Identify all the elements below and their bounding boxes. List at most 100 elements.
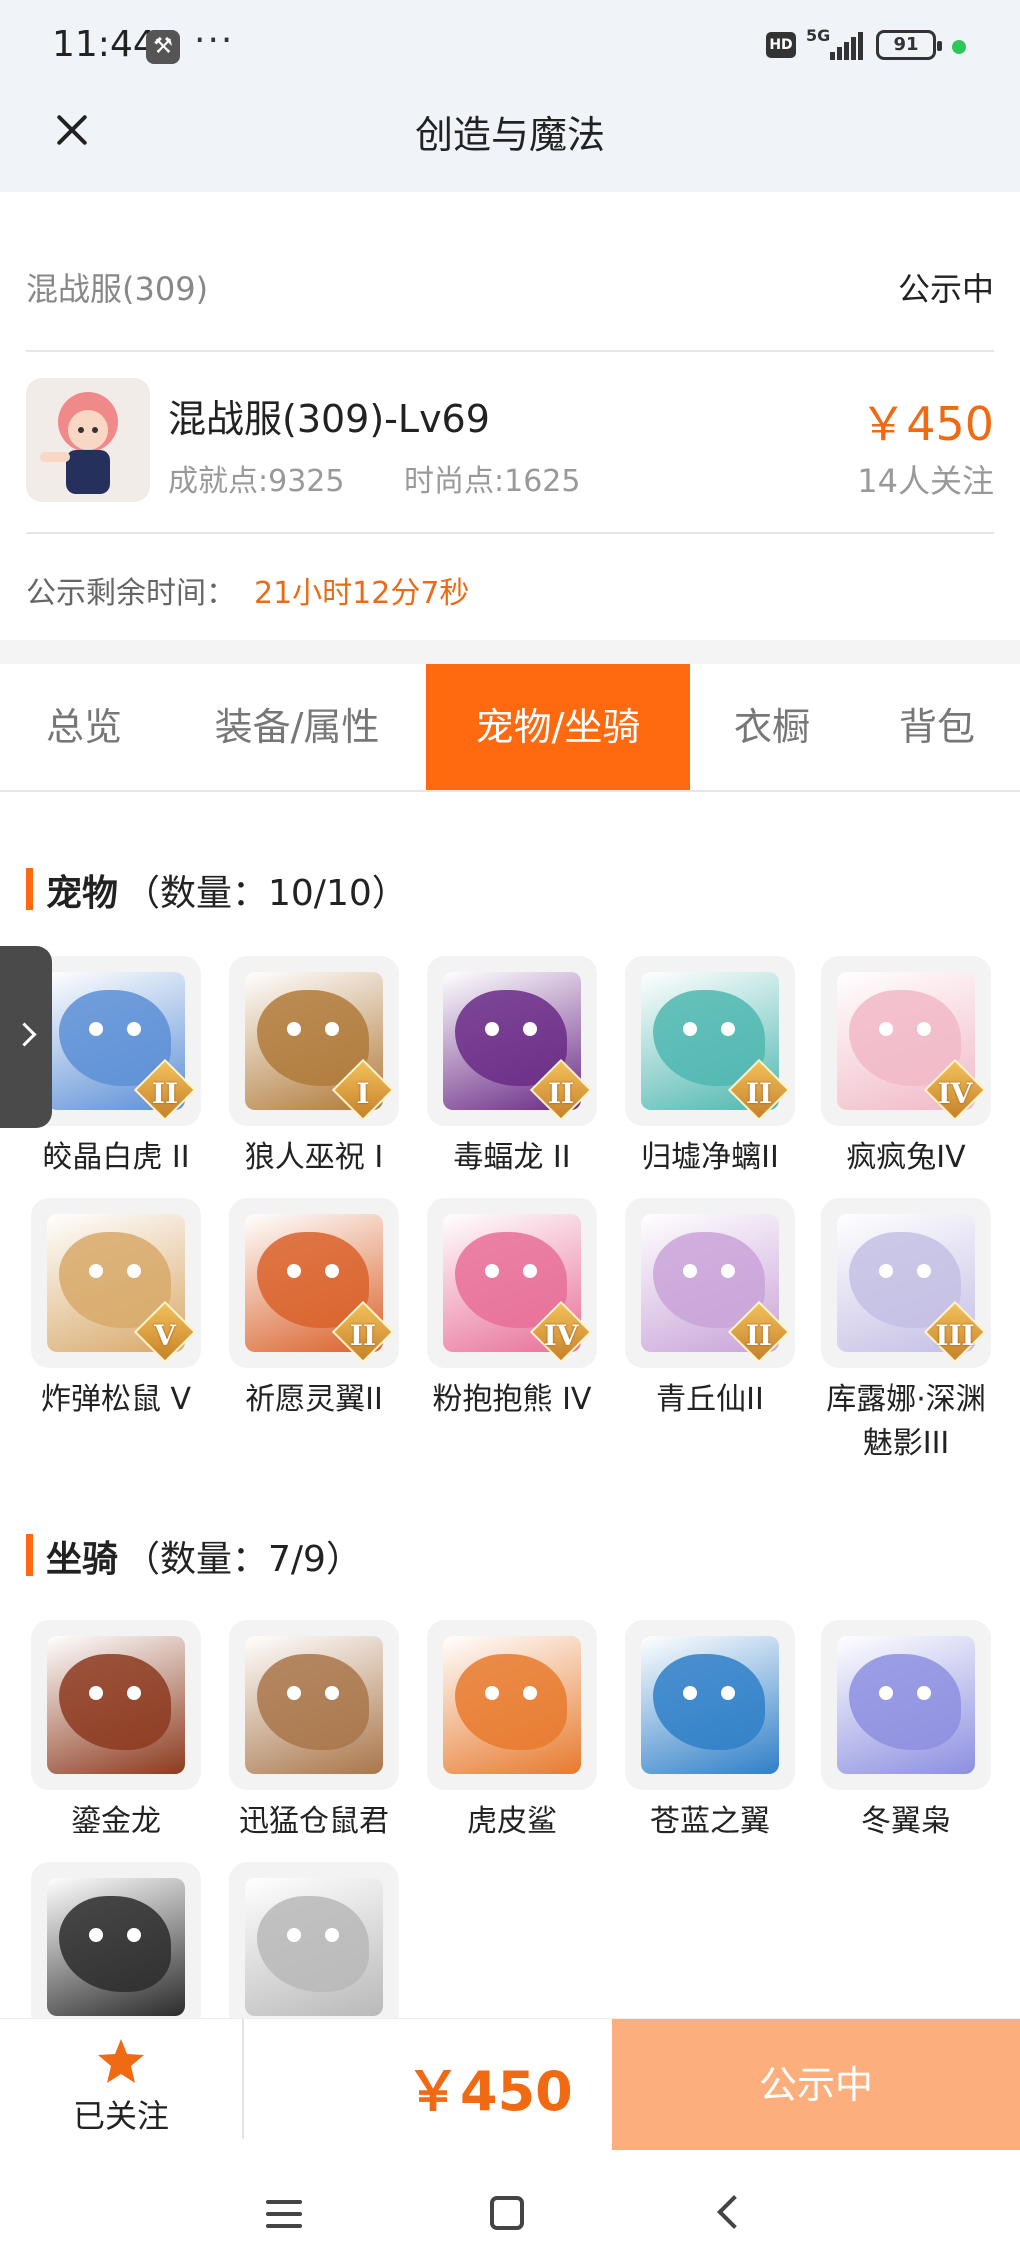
item-thumbnail [31,1620,201,1790]
creature-eye [683,1686,697,1700]
character-avatar [26,378,150,502]
creature-eye [523,1022,537,1036]
creature-eye [523,1686,537,1700]
creature-eye [89,1264,103,1278]
creature-eye [127,1928,141,1942]
mount-item[interactable]: 冬翼枭 [816,1620,996,1844]
tab-pets-mounts[interactable]: 宠物/坐骑 [426,664,690,790]
creature-eye [683,1022,697,1036]
creature-eye [325,1928,339,1942]
achievement-points: 成就点:9325 [168,464,345,499]
pets-count: （数量：10/10） [124,873,408,914]
pet-item[interactable]: II 毒蝠龙 II [422,956,602,1180]
divider [26,350,994,352]
item-thumbnail: II [625,1198,795,1368]
bottom-action-bar: 已关注 ￥450 公示中 [0,2018,1020,2151]
creature-eye [523,1264,537,1278]
mount-item[interactable] [26,1862,206,2018]
creature-eye [683,1264,697,1278]
pet-item[interactable]: IV 疯疯兔IV [816,956,996,1180]
creature-eye [879,1686,893,1700]
mount-item[interactable] [224,1862,404,2018]
pet-item[interactable]: II 归墟净螭II [620,956,800,1180]
grade-badge-label: II [349,1319,377,1352]
creature-eye [89,1928,103,1942]
creature-eye [879,1264,893,1278]
pet-item[interactable]: IV 粉抱抱熊 IV [422,1198,602,1422]
grade-badge-label: II [547,1077,575,1110]
status-button[interactable]: 公示中 [612,2019,1020,2151]
creature-eye [917,1686,931,1700]
mount-item[interactable]: 迅猛仓鼠君 [224,1620,404,1844]
remaining-time-value: 21小时12分7秒 [254,576,470,611]
item-thumbnail: I [229,956,399,1126]
section-accent-bar [26,868,33,910]
creature-eye [287,1264,301,1278]
item-name: 炸弹松鼠 V [40,1382,192,1417]
home-icon[interactable] [490,2196,524,2230]
item-thumbnail: IV [821,956,991,1126]
creature-eye [917,1022,931,1036]
creature-eye [721,1022,735,1036]
grade-badge-label: IV [543,1319,579,1352]
item-name: 毒蝠龙 II [453,1140,571,1175]
divider [242,2019,244,2139]
item-thumbnail: II [427,956,597,1126]
item-thumbnail: II [625,956,795,1126]
mount-item[interactable]: 苍蓝之翼 [620,1620,800,1844]
mounts-title: 坐骑 [46,1539,119,1580]
item-name: 库露娜·深渊魅影III [826,1382,986,1461]
item-thumbnail [821,1620,991,1790]
tab-equipment[interactable]: 装备/属性 [168,664,426,790]
tab-backpack[interactable]: 背包 [854,664,1020,790]
star-icon [98,2039,144,2083]
remaining-time-label: 公示剩余时间： [26,576,236,611]
menu-icon[interactable] [266,2200,302,2228]
creature-eye [485,1686,499,1700]
grade-badge-label: II [745,1077,773,1110]
pet-item[interactable]: II 祈愿灵翼II [224,1198,404,1422]
grade-badge-label: II [745,1319,773,1352]
back-icon[interactable] [717,2195,751,2229]
item-thumbnail [229,1620,399,1790]
pet-item[interactable]: V 炸弹松鼠 V [26,1198,206,1422]
divider [26,532,994,534]
pet-item[interactable]: III 库露娜·深渊魅影III [816,1198,996,1466]
system-nav-bar [0,2150,1020,2267]
creature-eye [287,1686,301,1700]
pet-item[interactable]: I 狼人巫祝 I [224,956,404,1180]
item-name: 狼人巫祝 I [244,1140,384,1175]
follower-count: 14人关注 [857,462,994,500]
pet-item[interactable]: II 皎晶白虎 II [26,956,206,1180]
top-bar: 11:44 ⚒ ··· HD 5G 91 创造与魔法 [0,0,1020,192]
creature-eye [721,1264,735,1278]
tab-overview[interactable]: 总览 [0,664,168,790]
item-thumbnail: II [31,956,201,1126]
creature-eye [485,1264,499,1278]
item-thumbnail [625,1620,795,1790]
item-name: 青丘仙II [656,1382,764,1417]
mount-item[interactable]: 鎏金龙 [26,1620,206,1844]
item-name: 虎皮鲨 [467,1804,557,1839]
item-name: 苍蓝之翼 [650,1804,770,1839]
tab-wardrobe[interactable]: 衣橱 [690,664,854,790]
bottom-price: ￥450 [406,2060,573,2123]
creature-eye [325,1686,339,1700]
item-name: 皎晶白虎 II [42,1140,190,1175]
item-thumbnail [427,1620,597,1790]
creature-eye [89,1022,103,1036]
side-drawer-handle[interactable] [0,946,52,1128]
fashion-points: 时尚点:1625 [404,464,581,499]
listing-price: ￥450 [860,397,994,451]
network-label: 5G [806,26,831,45]
follow-button[interactable]: 已关注 [0,2019,242,2151]
wrench-icon: ⚒ [146,30,180,64]
item-name: 疯疯兔IV [846,1140,966,1175]
item-name: 冬翼枭 [861,1804,951,1839]
mount-item[interactable]: 虎皮鲨 [422,1620,602,1844]
pets-title: 宠物 [46,873,119,914]
creature-eye [325,1264,339,1278]
pet-item[interactable]: II 青丘仙II [620,1198,800,1422]
item-name: 鎏金龙 [71,1804,161,1839]
item-name: 祈愿灵翼II [245,1382,383,1417]
